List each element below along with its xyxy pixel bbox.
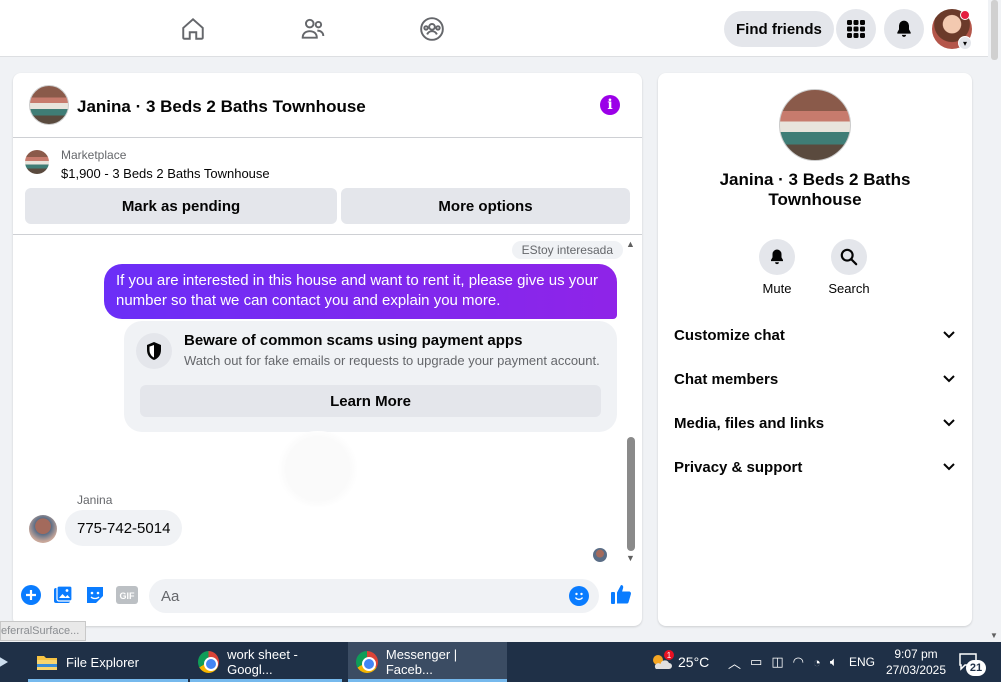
conversation-info-panel: Janina · 3 Beds 2 Baths Townhouse Mute S… (658, 73, 972, 626)
taskbar-chrome-messenger[interactable]: Messenger | Faceb... (348, 642, 507, 682)
taskbar-chrome-worksheet[interactable]: work sheet - Googl... (190, 642, 342, 682)
chevron-up-icon[interactable]: ︿ (728, 653, 741, 672)
search-action[interactable]: Search (819, 239, 879, 296)
taskbar-label: File Explorer (66, 654, 139, 670)
chat-header: Janina · 3 Beds 2 Baths Townhouse i (13, 73, 642, 138)
chrome-icon (356, 651, 378, 673)
scam-warning-text: Watch out for fake emails or requests to… (184, 353, 600, 368)
conversation-scrollbar-thumb[interactable] (627, 437, 635, 551)
chevron-down-icon[interactable] (942, 416, 956, 430)
network-icon[interactable]: ◔ (813, 655, 821, 670)
plus-circle-icon[interactable] (20, 584, 42, 606)
emoji-icon[interactable] (569, 586, 589, 606)
scroll-down-arrow-icon[interactable]: ▼ (990, 631, 998, 640)
volume-icon[interactable]: 🔈︎ (830, 654, 838, 670)
date: 27/03/2025 (885, 663, 947, 677)
taskbar-label: Messenger | Faceb... (385, 647, 458, 677)
start-icon[interactable] (0, 642, 16, 682)
sticker-icon[interactable] (84, 584, 106, 606)
scam-warning-title: Beware of common scams using payment app… (184, 332, 523, 349)
chevron-down-icon[interactable] (942, 460, 956, 474)
section-label: Media, files and links (674, 414, 825, 432)
mark-as-pending-button[interactable]: Mark as pending (25, 188, 337, 224)
outgoing-message[interactable]: If you are interested in this house and … (104, 264, 617, 319)
photo-icon[interactable] (52, 584, 74, 606)
faded-placeholder (275, 431, 361, 507)
section-media-files-links[interactable]: Media, files and links (674, 407, 956, 439)
chevron-down-icon[interactable] (942, 372, 956, 386)
wifi-icon[interactable]: ◠ (793, 654, 804, 670)
groups-icon[interactable] (412, 12, 452, 46)
menu-grid-icon[interactable] (836, 9, 876, 49)
learn-more-button[interactable]: Learn More (140, 385, 601, 417)
chrome-icon (198, 651, 220, 673)
top-navigation-bar: Find friends ▾ (0, 0, 988, 57)
system-tray-icons: ︿ ▭ ◫ ◠ ◔ 🔈︎ (728, 642, 838, 682)
taskbar-label: work sheet - Googl... (227, 647, 298, 677)
previous-message: EStoy interesada (511, 241, 623, 259)
section-customize-chat[interactable]: Customize chat (674, 319, 956, 351)
chat-avatar[interactable] (29, 85, 69, 125)
section-privacy-support[interactable]: Privacy & support (674, 451, 956, 483)
scroll-up-arrow-icon[interactable]: ▲ (626, 239, 635, 249)
sender-avatar[interactable] (29, 515, 57, 543)
home-icon[interactable] (173, 12, 213, 46)
conversation-area: EStoy interesada If you are interested i… (13, 235, 642, 570)
listing-thumbnail[interactable] (25, 150, 49, 174)
camera-icon[interactable]: ◫ (771, 654, 783, 670)
friends-icon[interactable] (293, 12, 333, 46)
gif-icon[interactable]: GIF (116, 584, 138, 606)
shield-icon (136, 333, 172, 369)
mute-action[interactable]: Mute (747, 239, 807, 296)
listing-title[interactable]: $1,900 - 3 Beds 2 Baths Townhouse (61, 166, 270, 181)
notifications-center-icon[interactable]: 21 (958, 642, 986, 682)
notifications-icon[interactable] (884, 9, 924, 49)
section-label: Chat members (674, 370, 779, 388)
clock[interactable]: 9:07 pm 27/03/2025 (883, 642, 949, 682)
weather-widget[interactable]: 1 25°C (650, 642, 709, 682)
mute-label: Mute (762, 281, 792, 296)
marketplace-listing-box: Marketplace $1,900 - 3 Beds 2 Baths Town… (13, 138, 642, 235)
status-bar-url: eferralSurface... (0, 621, 87, 641)
chat-window: Janina · 3 Beds 2 Baths Townhouse i Mark… (13, 73, 642, 626)
page-scrollbar-thumb[interactable] (991, 0, 998, 60)
notification-count: 21 (966, 660, 986, 676)
more-options-button[interactable]: More options (341, 188, 630, 224)
section-label: Customize chat (674, 326, 785, 344)
incoming-message[interactable]: 775-742-5014 (65, 510, 183, 546)
search-label: Search (828, 281, 870, 296)
section-label: Privacy & support (674, 458, 803, 476)
battery-icon[interactable]: ▭ (750, 654, 762, 670)
mute-bell-icon[interactable] (759, 239, 795, 275)
conversation-title: Janina · 3 Beds 2 Baths Townhouse (719, 170, 911, 209)
language-indicator[interactable]: ENG (849, 642, 875, 682)
chevron-down-icon[interactable] (942, 328, 956, 342)
conversation-avatar[interactable] (779, 89, 851, 161)
thumbs-up-icon[interactable] (609, 581, 633, 607)
folder-icon (37, 656, 57, 670)
marketplace-label: Marketplace (61, 148, 127, 162)
sender-name: Janina (77, 493, 113, 507)
time: 9:07 pm (894, 647, 938, 661)
page-scrollbar[interactable]: ▼ (988, 0, 1001, 642)
windows-taskbar: File Explorer work sheet - Googl... Mess… (0, 642, 1001, 682)
temperature: 25°C (678, 654, 710, 670)
account-chevron-icon[interactable]: ▾ (958, 36, 972, 50)
notification-dot (960, 10, 970, 20)
info-icon[interactable]: i (600, 95, 620, 115)
find-friends-button[interactable]: Find friends (724, 11, 834, 47)
scam-warning-card: Beware of common scams using payment app… (124, 321, 617, 432)
scroll-down-arrow-icon[interactable]: ▼ (626, 553, 635, 563)
message-composer: GIF (13, 570, 642, 626)
weather-badge: 1 (664, 650, 674, 660)
taskbar-file-explorer[interactable]: File Explorer (28, 642, 188, 682)
section-chat-members[interactable]: Chat members (674, 363, 956, 395)
gif-label: GIF (120, 591, 136, 601)
conversation-scrollbar[interactable]: ▲ ▼ (625, 239, 637, 565)
read-receipt-avatar (593, 548, 607, 562)
message-input[interactable] (149, 579, 599, 613)
search-icon[interactable] (831, 239, 867, 275)
chat-title[interactable]: Janina · 3 Beds 2 Baths Townhouse (77, 97, 366, 117)
